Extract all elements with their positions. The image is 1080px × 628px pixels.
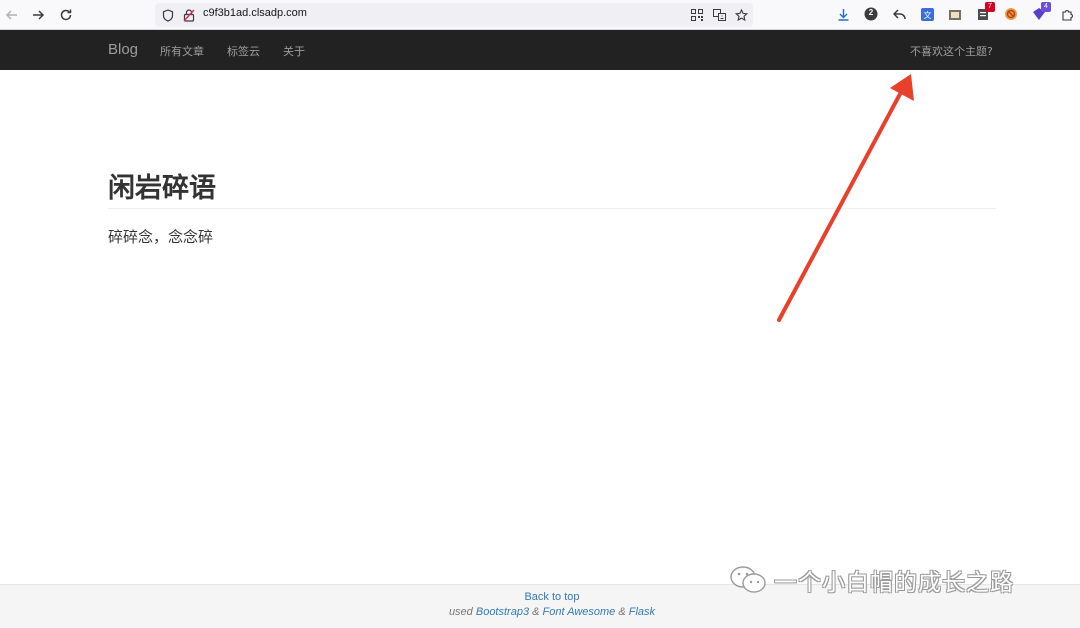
url-text[interactable]: c9f3b1ad.clsadp.com (203, 7, 307, 19)
download-icon[interactable] (835, 6, 851, 22)
svg-text:文: 文 (923, 10, 931, 20)
clipboard-extension-icon[interactable]: 7 (975, 2, 995, 22)
counter-extension-icon[interactable]: 2 (863, 6, 879, 22)
block-extension-icon[interactable] (1003, 6, 1019, 22)
translate-extension-icon[interactable]: 文 (919, 6, 935, 22)
back-arrow-icon[interactable] (2, 5, 22, 25)
credits-separator: & (532, 606, 540, 618)
annotation-arrow (777, 74, 914, 322)
page-title: 闲岩碎语 (108, 173, 216, 204)
clipboard-badge: 7 (985, 2, 995, 12)
insecure-lock-icon[interactable] (181, 7, 197, 23)
page-subtitle: 碎碎念，念念碎 (108, 228, 214, 246)
counter-extension-value: 2 (868, 8, 874, 17)
forward-arrow-icon[interactable] (28, 5, 48, 25)
address-bar[interactable]: c9f3b1ad.clsadp.com (155, 3, 753, 27)
nav-link-change-theme[interactable]: 不喜欢这个主题? (910, 43, 993, 59)
screenshot-extension-icon[interactable] (947, 6, 963, 22)
qr-code-icon[interactable] (689, 7, 705, 23)
wechat-watermark: 一个小白帽的成长之路 (728, 562, 1058, 598)
watermark-text: 一个小白帽的成长之路 (774, 570, 1014, 596)
bootstrap-link[interactable]: Bootstrap3 (476, 606, 529, 618)
reload-icon[interactable] (56, 5, 76, 25)
browser-toolbar: c9f3b1ad.clsadp.com 2 文 7 4 (0, 0, 1080, 30)
credits-prefix: used (448, 606, 473, 618)
nav-link-about[interactable]: 关于 (283, 43, 305, 59)
reply-arrow-icon[interactable] (891, 6, 907, 22)
gem-badge: 4 (1041, 2, 1051, 12)
translate-icon[interactable] (711, 7, 727, 23)
navbar-brand[interactable]: Blog (108, 41, 138, 58)
site-navbar: Blog 所有文章 标签云 关于 不喜欢这个主题? (0, 30, 1080, 70)
font-awesome-link[interactable]: Font Awesome (543, 606, 616, 618)
title-divider (108, 208, 996, 209)
gem-extension-icon[interactable]: 4 (1031, 2, 1051, 22)
footer-credits: used Bootstrap3 & Font Awesome & Flask (0, 606, 1080, 618)
flask-link[interactable]: Flask (629, 606, 655, 618)
wechat-logo-icon (730, 566, 766, 593)
credits-separator: & (618, 606, 626, 618)
shield-icon[interactable] (160, 7, 176, 23)
extensions-puzzle-icon[interactable] (1059, 6, 1075, 22)
bookmark-star-icon[interactable] (733, 7, 749, 23)
nav-link-tag-cloud[interactable]: 标签云 (227, 43, 260, 59)
nav-link-all-posts[interactable]: 所有文章 (160, 43, 204, 59)
